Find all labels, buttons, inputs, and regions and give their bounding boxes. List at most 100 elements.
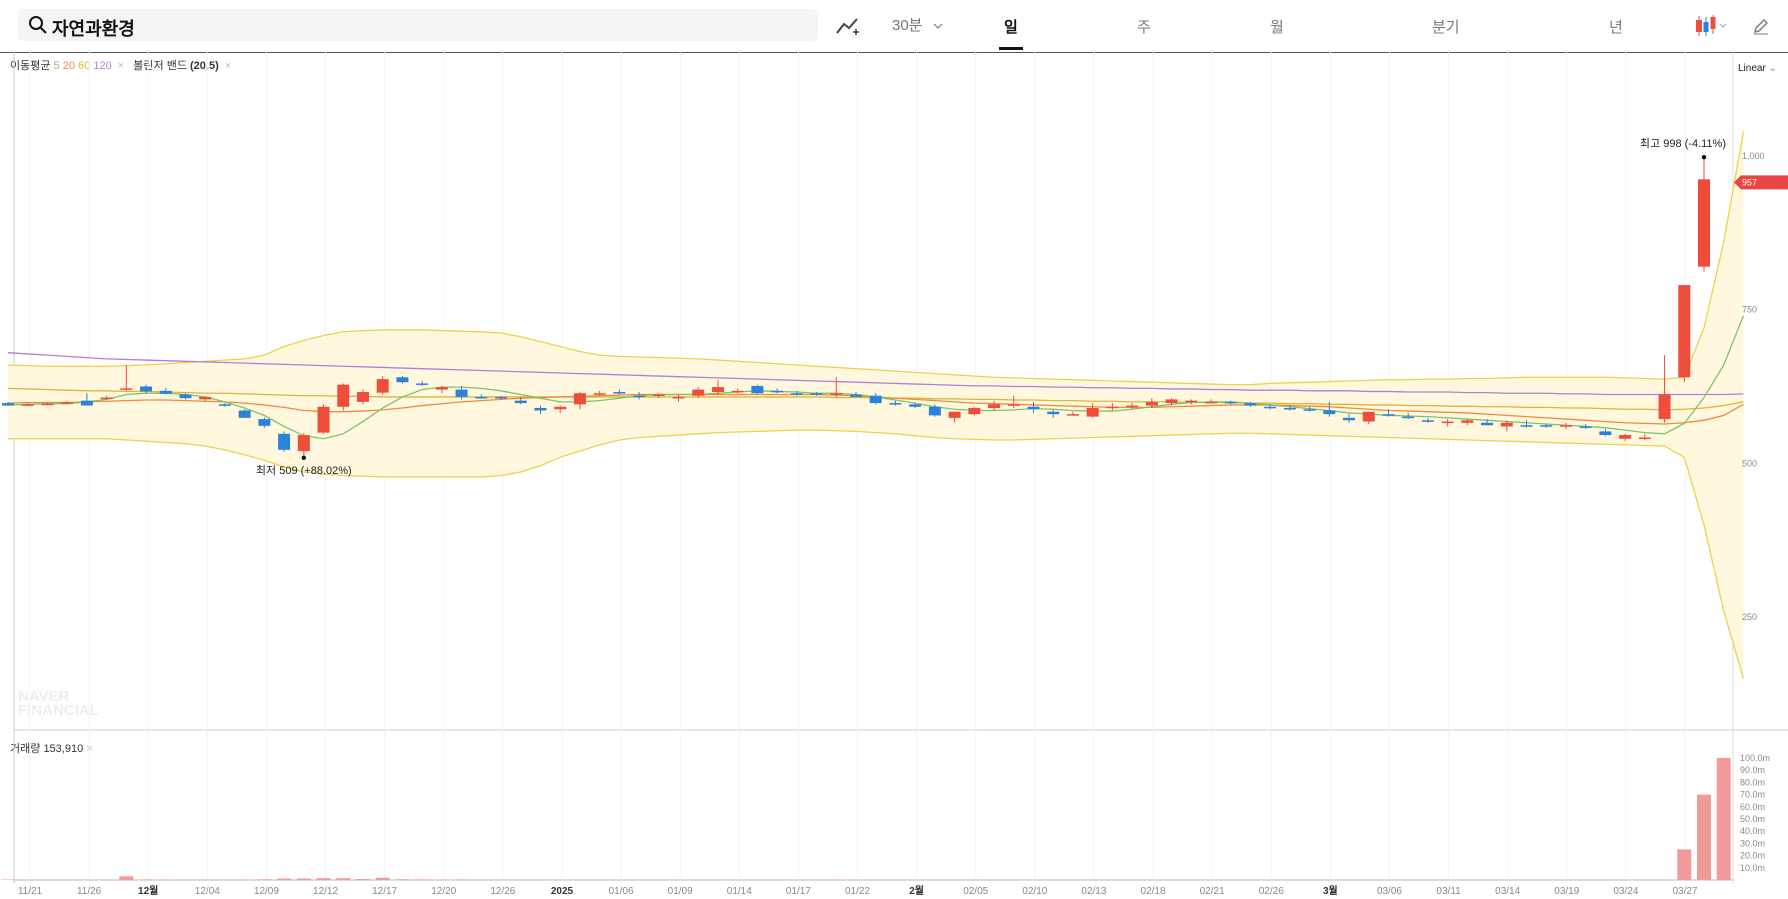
volume-bar — [1440, 879, 1455, 881]
volume-bar — [79, 879, 94, 881]
volume-bar — [158, 879, 173, 881]
candle-up — [41, 403, 54, 406]
volume-bar — [395, 879, 410, 880]
volume-bar — [1420, 879, 1435, 881]
tab-week[interactable]: 주 — [1137, 16, 1151, 37]
volume-tick-label: 70.0m — [1740, 790, 1765, 800]
chevron-down-icon[interactable] — [933, 22, 943, 30]
volume-tick-label: 80.0m — [1740, 777, 1765, 787]
x-tick-label: 3월 — [1323, 885, 1338, 897]
candle-down — [258, 419, 271, 426]
tab-day[interactable]: 일 — [1004, 16, 1018, 37]
volume-bar — [770, 879, 785, 881]
high-annotation: 최고 998 (-4.11%) — [1640, 137, 1726, 150]
candle-down — [218, 404, 231, 406]
volume-bar — [947, 879, 962, 881]
volume-bar — [217, 879, 232, 881]
x-tick-label: 12/04 — [195, 886, 220, 897]
candle-down — [495, 396, 508, 399]
candle-up — [1678, 285, 1691, 378]
x-tick-label: 03/14 — [1495, 886, 1520, 897]
volume-bar — [671, 879, 686, 881]
x-tick-label: 01/14 — [727, 886, 752, 897]
volume-bar — [553, 879, 568, 881]
volume-bar — [1716, 758, 1731, 880]
volume-bar — [1203, 879, 1218, 881]
volume-bar — [277, 878, 292, 880]
volume-bar — [967, 879, 982, 881]
candle-up — [120, 388, 133, 390]
volume-bar — [1263, 879, 1278, 881]
candle-down — [1599, 431, 1612, 436]
candle-up — [1559, 425, 1572, 427]
candle-down — [909, 404, 922, 407]
close-ma-icon[interactable]: × — [118, 60, 124, 72]
volume-bar — [888, 879, 903, 881]
close-volume-icon[interactable]: × — [86, 743, 92, 755]
volume-bar — [1105, 879, 1120, 881]
tab-year[interactable]: 년 — [1609, 16, 1623, 37]
x-tick-label: 02/10 — [1022, 886, 1047, 897]
candle-down — [455, 389, 468, 397]
candle-down — [1343, 417, 1356, 421]
x-tick-label: 12/09 — [254, 886, 279, 897]
volume-tick-label: 30.0m — [1740, 838, 1765, 848]
x-tick-label: 02/26 — [1259, 886, 1284, 897]
candle-up — [948, 411, 961, 418]
price-chart[interactable]: 11/21 11/26 12월 12/04 12/09 12/12 12/17 12/20 12… — [0, 0, 1788, 899]
volume-bar — [1578, 879, 1593, 881]
add-indicator-icon[interactable] — [836, 16, 862, 36]
candle-down — [1402, 416, 1415, 419]
volume-bar — [119, 876, 134, 880]
tab-quarter[interactable]: 분기 — [1432, 16, 1460, 37]
x-tick-label: 12/26 — [490, 886, 515, 897]
candle-down — [2, 403, 14, 406]
stock-search-box[interactable]: 자연과환경 — [18, 9, 818, 41]
candle-up — [988, 404, 1001, 409]
volume-tick-label: 10.0m — [1740, 863, 1765, 873]
volume-bar — [1558, 879, 1573, 881]
x-tick-label: 01/22 — [845, 886, 870, 897]
volume-bar — [237, 879, 252, 881]
chevron-down-icon: ⌄ — [1768, 63, 1777, 74]
candle-up — [1638, 437, 1651, 440]
stock-name: 자연과환경 — [52, 19, 135, 39]
volume-bar — [1164, 879, 1179, 881]
volume-bar — [1637, 879, 1652, 881]
interval-select[interactable]: 30분 — [892, 14, 923, 35]
pencil-icon[interactable] — [1752, 17, 1770, 35]
x-tick-label: 01/09 — [668, 886, 693, 897]
candle-up — [672, 396, 685, 399]
candle-down — [1421, 420, 1434, 422]
candle-down — [179, 394, 192, 399]
volume-bar — [1144, 879, 1159, 881]
chart-type-candle-icon[interactable] — [1694, 14, 1730, 38]
volume-bar — [40, 879, 55, 881]
volume-bar — [415, 879, 430, 880]
candle-down — [1224, 401, 1237, 404]
tab-month[interactable]: 월 — [1270, 16, 1284, 37]
close-bollinger-icon[interactable]: × — [225, 60, 231, 72]
low-annotation: 최저 509 (+88.02%) — [256, 464, 352, 477]
volume-bar — [139, 879, 154, 880]
volume-bar — [60, 879, 75, 881]
x-tick-label: 12/12 — [313, 886, 338, 897]
candle-down — [1520, 425, 1533, 427]
volume-bar — [1125, 879, 1140, 881]
candle-up — [1658, 394, 1671, 420]
candle-down — [633, 395, 646, 398]
volume-bar — [1322, 879, 1337, 881]
volume-bar — [1460, 879, 1475, 881]
candle-down — [1382, 414, 1395, 416]
candle-down — [889, 403, 902, 405]
candle-down — [416, 383, 429, 385]
volume-bar — [375, 877, 390, 880]
scale-select[interactable]: Linear ⌄ — [1738, 63, 1777, 74]
candle-down — [613, 392, 626, 394]
candle-up — [1066, 414, 1079, 416]
volume-bar — [296, 878, 311, 880]
volume-bar — [316, 878, 331, 880]
volume-bar — [99, 879, 114, 881]
candle-up — [376, 379, 389, 393]
volume-bar — [651, 879, 666, 881]
